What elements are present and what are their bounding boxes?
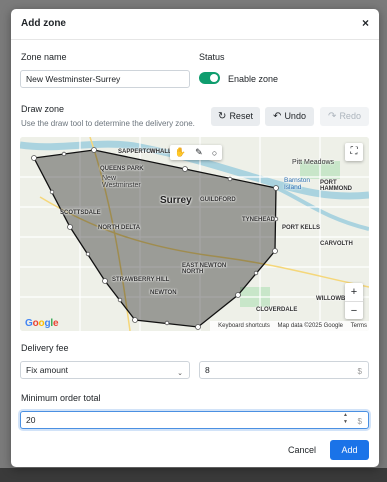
enable-zone-toggle[interactable] (199, 72, 220, 84)
undo-button[interactable]: ↶ Undo (265, 107, 314, 126)
zone-name-input[interactable]: New Westminster-Surrey (20, 70, 190, 88)
modal-header: Add zone × (11, 9, 379, 40)
fee-currency: $ (357, 367, 362, 376)
map-label-queens-park: QUEENS PARK (100, 166, 144, 172)
chevron-down-icon: ⌄ (177, 370, 183, 377)
backdrop (0, 468, 387, 482)
map-data-text: Map data ©2025 Google (277, 323, 343, 329)
redo-icon: ↷ (328, 111, 337, 122)
close-icon[interactable]: × (362, 16, 369, 30)
fee-type-value: Fix amount (26, 365, 69, 375)
redo-button[interactable]: ↷ Redo (320, 107, 369, 126)
map-label-new-westminster: New Westminster (102, 175, 141, 189)
reset-label: Reset (229, 111, 253, 121)
status-label: Status (199, 52, 225, 62)
hand-icon[interactable]: ✋ (175, 147, 186, 158)
map-label-barnston-island: Barnston Island (284, 177, 311, 191)
fee-type-select[interactable]: Fix amount ⌄ (20, 361, 190, 379)
map-label-strawberry-hill: STRAWBERRY HILL (112, 277, 170, 283)
zoom-control: + − (345, 283, 363, 319)
circle-icon[interactable]: ○ (212, 148, 217, 158)
stepper-icon[interactable]: ▲ ▼ (343, 412, 348, 426)
map-label-cloverdale: CLOVERDALE (256, 307, 298, 313)
min-order-label: Minimum order total (21, 393, 101, 403)
fullscreen-icon[interactable]: ⛶ (345, 143, 363, 161)
map-label-port-kells: PORT KELLS (282, 225, 321, 231)
add-button[interactable]: Add (330, 440, 369, 460)
undo-label: Undo (284, 111, 306, 121)
min-order-value: 20 (26, 415, 36, 425)
add-zone-modal: Add zone × Zone name New Westminster-Sur… (11, 9, 379, 467)
draw-zone-hint: Use the draw tool to determine the deliv… (21, 119, 195, 128)
min-order-currency: $ (357, 417, 362, 426)
toggle-knob (210, 74, 218, 82)
zone-name-label: Zone name (21, 52, 67, 62)
keyboard-shortcuts-link[interactable]: Keyboard shortcuts (218, 323, 270, 329)
google-logo: Google (25, 318, 59, 329)
map-label-tynehead: TYNEHEAD (242, 217, 276, 223)
map-label-newton: NEWTON (150, 290, 177, 296)
map-label-guildford: GUILDFORD (200, 197, 236, 203)
map-label-carvolth: CARVOLTH (320, 241, 353, 247)
draw-toolbar: ✋ ✎ ○ (170, 145, 222, 160)
map-label-scottsdale: SCOTTSDALE (60, 210, 101, 216)
map-label-north-delta: NORTH DELTA (98, 225, 141, 231)
terms-link[interactable]: Terms (351, 323, 367, 329)
enable-zone-label: Enable zone (228, 74, 279, 84)
modal-title: Add zone (21, 18, 66, 29)
zoom-in-button[interactable]: + (345, 283, 363, 302)
zoom-out-button[interactable]: − (345, 302, 363, 320)
reset-icon: ↻ (218, 111, 227, 122)
fee-amount-value: 8 (205, 365, 210, 375)
delivery-fee-label: Delivery fee (21, 343, 69, 353)
map-label-surrey: Surrey (160, 195, 192, 206)
min-order-input[interactable]: 20 ▲ ▼ $ (20, 411, 369, 429)
undo-icon: ↶ (273, 111, 282, 122)
map-label-east-newton: EAST NEWTON NORTH (182, 263, 227, 275)
cancel-button[interactable]: Cancel (282, 440, 322, 460)
pencil-icon[interactable]: ✎ (195, 147, 203, 158)
redo-label: Redo (339, 111, 361, 121)
reset-button[interactable]: ↻ Reset (211, 107, 260, 126)
zone-map[interactable]: SAPPERTON QUEENS PARK New Westminster Su… (20, 137, 369, 331)
map-label-pitt-meadows: Pitt Meadows (292, 159, 335, 166)
draw-zone-label: Draw zone (21, 104, 65, 114)
map-attribution: Keyboard shortcuts Map data ©2025 Google… (210, 321, 369, 331)
fee-amount-input[interactable]: 8 $ (199, 361, 369, 379)
map-label-port-hammond: PORT HAMMOND (320, 180, 352, 192)
